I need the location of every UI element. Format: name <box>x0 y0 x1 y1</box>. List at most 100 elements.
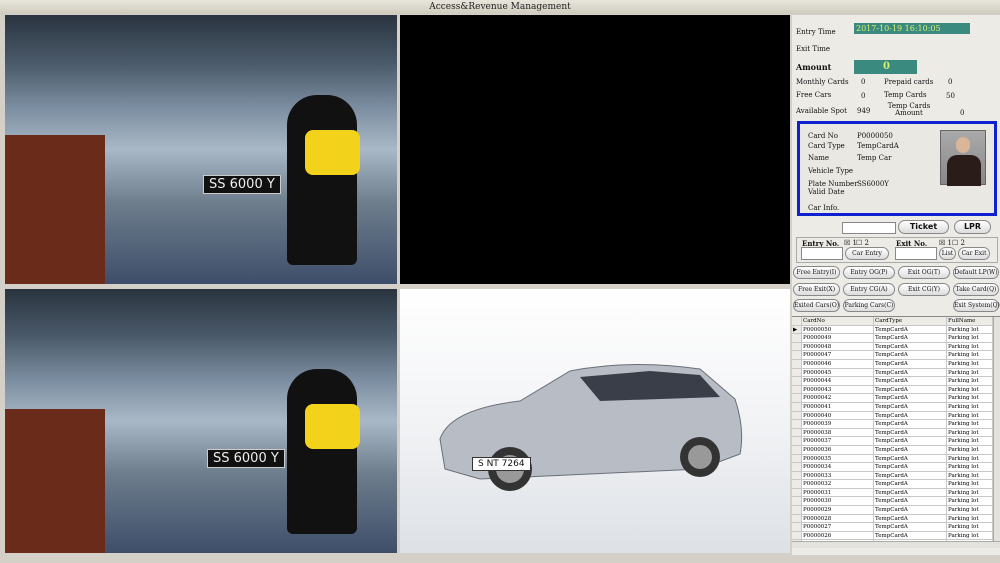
vertical-scrollbar[interactable] <box>993 317 1000 548</box>
car-entry-button[interactable]: Car Entry <box>845 247 889 260</box>
table-row[interactable]: ▶ P0000050 TempCardA Parking lot <box>792 325 1000 335</box>
monthly-cards-label: Monthly Cards <box>796 78 849 86</box>
table-row[interactable]: P0000026 TempCardA Parking lot <box>792 531 1000 541</box>
horizontal-scrollbar[interactable] <box>792 541 1000 548</box>
table-row[interactable]: P0000029 TempCardA Parking lot <box>792 506 1000 515</box>
row-selector[interactable] <box>792 463 802 471</box>
exit-system-button[interactable]: Exit System(Q) <box>953 299 1000 312</box>
entry-no-input[interactable] <box>801 247 843 260</box>
row-selector[interactable] <box>792 454 802 463</box>
table-cell: TempCardA <box>874 325 947 334</box>
row-selector[interactable] <box>792 445 802 454</box>
row-selector[interactable] <box>792 506 802 514</box>
table-row[interactable]: P0000035 TempCardA Parking lot <box>792 454 1000 464</box>
take-card-button[interactable]: Take Card(Q) <box>953 283 999 296</box>
vehicle-image-view: S NT 7264 <box>400 289 790 553</box>
table-cell: TempCardA <box>874 471 947 480</box>
row-selector[interactable] <box>792 368 802 377</box>
table-cell: P0000047 <box>802 351 874 359</box>
table-row[interactable]: P0000049 TempCardA Parking lot <box>792 334 1000 343</box>
column-header[interactable]: CardType <box>874 317 947 325</box>
table-cell: Parking lot <box>947 454 993 463</box>
row-selector[interactable] <box>792 523 802 531</box>
row-selector[interactable] <box>792 334 802 342</box>
table-row[interactable]: P0000034 TempCardA Parking lot <box>792 463 1000 472</box>
table-row[interactable]: P0000043 TempCardA Parking lot <box>792 385 1000 395</box>
exit-close-gate-button[interactable]: Exit CG(Y) <box>898 283 950 296</box>
table-row[interactable]: P0000048 TempCardA Parking lot <box>792 342 1000 352</box>
table-row[interactable]: P0000041 TempCardA Parking lot <box>792 402 1000 412</box>
exit-option-2[interactable]: ☐ 2 <box>952 239 965 247</box>
temp-cards-value: 50 <box>946 92 955 100</box>
row-selector[interactable] <box>792 385 802 394</box>
lpr-button[interactable]: LPR <box>954 220 991 234</box>
license-plate: SS 6000 Y <box>207 449 285 468</box>
table-cell: Parking lot <box>947 394 993 402</box>
table-row[interactable]: P0000027 TempCardA Parking lot <box>792 523 1000 532</box>
table-row[interactable]: P0000040 TempCardA Parking lot <box>792 411 1000 421</box>
row-selector[interactable] <box>792 402 802 411</box>
table-row[interactable]: P0000028 TempCardA Parking lot <box>792 514 1000 524</box>
column-header[interactable]: CardNo <box>802 317 874 325</box>
table-row[interactable]: P0000046 TempCardA Parking lot <box>792 359 1000 369</box>
entry-open-gate-button[interactable]: Entry OG(P) <box>843 266 895 279</box>
default-lp-button[interactable]: Default LP(W) <box>953 266 999 279</box>
row-selector[interactable] <box>792 497 802 506</box>
table-cell: TempCardA <box>874 368 947 377</box>
row-selector[interactable] <box>792 351 802 359</box>
row-selector[interactable] <box>792 480 802 488</box>
vehicle-type-label: Vehicle Type <box>808 167 854 175</box>
table-cell: P0000033 <box>802 471 874 480</box>
ticket-button[interactable]: Ticket <box>898 220 949 234</box>
table-cell: TempCardA <box>874 497 947 506</box>
entry-time-label: Entry Time <box>796 28 836 36</box>
table-row[interactable]: P0000030 TempCardA Parking lot <box>792 497 1000 507</box>
row-selector[interactable]: ▶ <box>792 325 802 334</box>
entry-camera-view: SS 6000 Y <box>5 15 397 284</box>
table-row[interactable]: P0000044 TempCardA Parking lot <box>792 377 1000 386</box>
free-exit-button[interactable]: Free Exit(X) <box>793 283 840 296</box>
table-row[interactable]: P0000042 TempCardA Parking lot <box>792 394 1000 403</box>
list-button[interactable]: List <box>939 247 956 260</box>
row-selector[interactable] <box>792 428 802 437</box>
row-selector[interactable] <box>792 359 802 368</box>
ticket-input[interactable] <box>842 222 896 234</box>
table-row[interactable]: P0000038 TempCardA Parking lot <box>792 428 1000 438</box>
row-selector[interactable] <box>792 420 802 428</box>
entry-option-2[interactable]: ☐ 2 <box>856 239 869 247</box>
entry-close-gate-button[interactable]: Entry CG(A) <box>843 283 895 296</box>
table-row[interactable]: P0000032 TempCardA Parking lot <box>792 480 1000 489</box>
table-row[interactable]: P0000047 TempCardA Parking lot <box>792 351 1000 360</box>
exited-cars-button[interactable]: Exited Cars(O) <box>793 299 840 312</box>
row-selector[interactable] <box>792 531 802 540</box>
table-header: CardNo CardType FullName <box>792 317 1000 326</box>
cabinet <box>5 409 105 553</box>
row-selector[interactable] <box>792 437 802 445</box>
table-cell: P0000038 <box>802 428 874 437</box>
exit-option-1[interactable]: ☒ 1 <box>939 239 952 247</box>
table-row[interactable]: P0000033 TempCardA Parking lot <box>792 471 1000 481</box>
table-cell: Parking lot <box>947 471 993 480</box>
car-exit-button[interactable]: Car Exit <box>958 247 990 260</box>
exit-no-input[interactable] <box>895 247 937 260</box>
table-row[interactable]: P0000031 TempCardA Parking lot <box>792 488 1000 498</box>
table-row[interactable]: P0000036 TempCardA Parking lot <box>792 445 1000 455</box>
row-selector[interactable] <box>792 411 802 420</box>
table-row[interactable]: P0000039 TempCardA Parking lot <box>792 420 1000 429</box>
column-header[interactable]: FullName <box>947 317 993 325</box>
row-selector[interactable] <box>792 514 802 523</box>
row-selector[interactable] <box>792 471 802 480</box>
cards-table[interactable]: CardNo CardType FullName ▶ P0000050 TempCa… <box>792 316 1000 548</box>
table-row[interactable]: P0000037 TempCardA Parking lot <box>792 437 1000 446</box>
shirt <box>305 404 360 449</box>
row-selector[interactable] <box>792 394 802 402</box>
row-selector[interactable] <box>792 377 802 385</box>
table-row[interactable]: P0000045 TempCardA Parking lot <box>792 368 1000 378</box>
table-cell: TempCardA <box>874 402 947 411</box>
table-cell: P0000026 <box>802 531 874 540</box>
row-selector[interactable] <box>792 488 802 497</box>
free-entry-button[interactable]: Free Entry(I) <box>793 266 840 279</box>
parking-cars-button[interactable]: Parking Cars(C) <box>843 299 895 312</box>
exit-open-gate-button[interactable]: Exit OG(T) <box>898 266 950 279</box>
row-selector[interactable] <box>792 342 802 351</box>
